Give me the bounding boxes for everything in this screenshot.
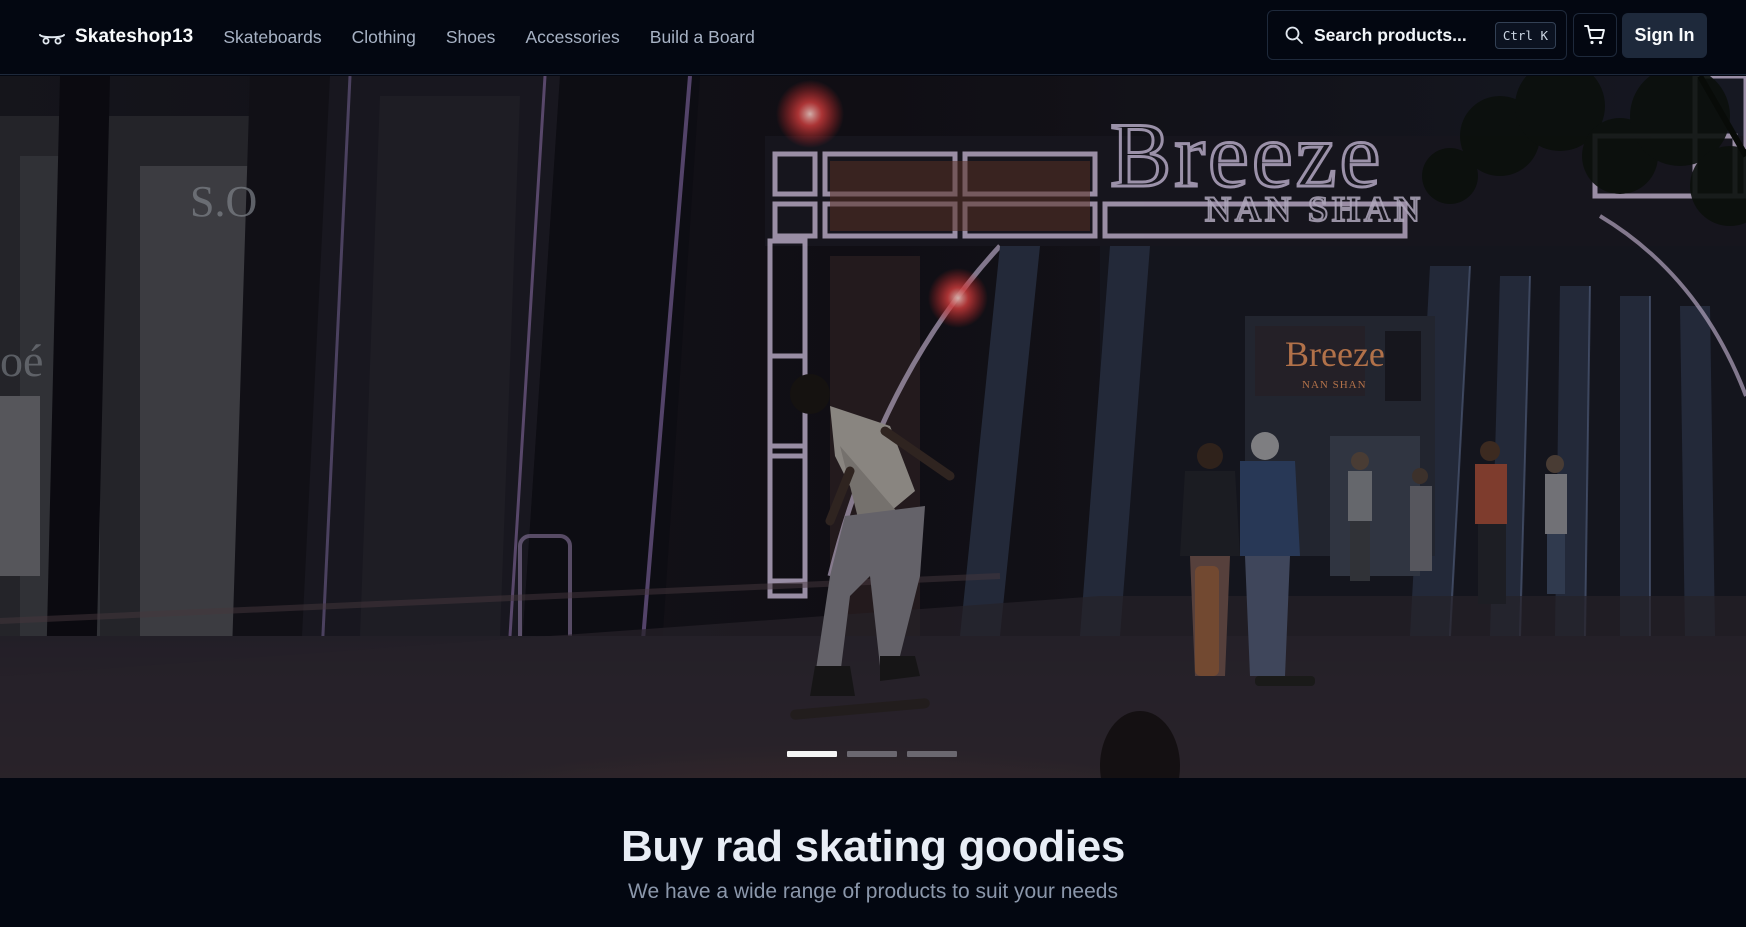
search-icon: [1285, 26, 1303, 44]
hero-carousel: S.O oé Breeze NAN SHAN Breeze NAN SHAN: [0, 76, 1746, 778]
nav-item-build-a-board[interactable]: Build a Board: [650, 27, 755, 48]
carousel-indicators: [787, 751, 957, 757]
nav-item-skateboards[interactable]: Skateboards: [223, 27, 321, 48]
nav-item-clothing[interactable]: Clothing: [352, 27, 416, 48]
intro-section: Buy rad skating goodies We have a wide r…: [0, 778, 1746, 927]
cart-button[interactable]: [1573, 13, 1617, 57]
main-nav: Skateboards Clothing Shoes Accessories B…: [223, 27, 785, 48]
site-header: Skateshop13 Skateboards Clothing Shoes A…: [0, 0, 1746, 75]
search-placeholder: Search products...: [1314, 24, 1467, 45]
intro-subtitle: We have a wide range of products to suit…: [628, 880, 1118, 903]
skateboard-icon: [39, 34, 65, 45]
carousel-dot-3[interactable]: [907, 751, 957, 757]
search-shortcut-hint: Ctrl K: [1494, 21, 1556, 49]
search-button[interactable]: Search products... Ctrl K: [1267, 10, 1567, 60]
sign-in-button[interactable]: Sign In: [1622, 13, 1707, 58]
carousel-dot-1[interactable]: [787, 751, 837, 757]
nav-item-accessories[interactable]: Accessories: [525, 27, 619, 48]
intro-heading: Buy rad skating goodies: [620, 822, 1126, 871]
hero-image: S.O oé Breeze NAN SHAN Breeze NAN SHAN: [0, 76, 1746, 778]
carousel-dot-2[interactable]: [847, 751, 897, 757]
nav-item-shoes[interactable]: Shoes: [446, 27, 496, 48]
brand-link[interactable]: Skateshop13: [38, 26, 193, 48]
brand-name: Skateshop13: [75, 26, 194, 47]
cart-icon: [1584, 25, 1605, 45]
